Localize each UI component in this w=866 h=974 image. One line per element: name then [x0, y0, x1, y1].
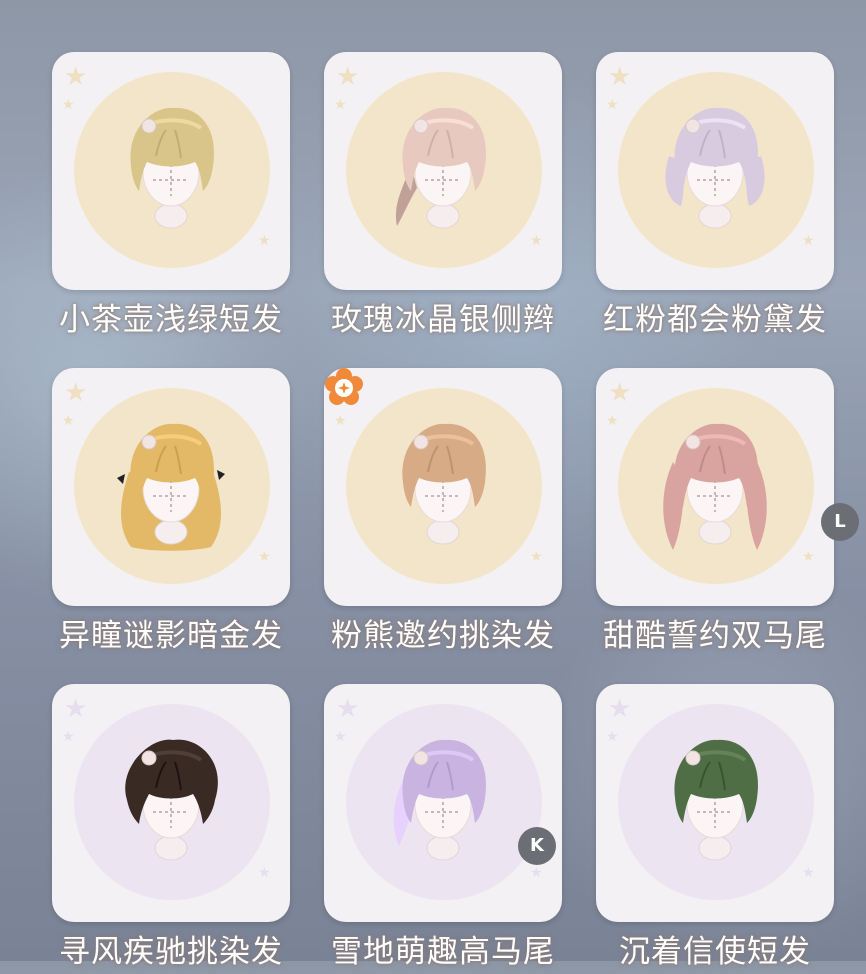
hair-item[interactable]: ★ ★ ★ 玫瑰冰晶银侧辫	[324, 52, 562, 342]
hair-card[interactable]: ★ ★ ★	[52, 684, 290, 922]
star-decoration-icon: ★	[64, 378, 88, 408]
hotkey-k-badge[interactable]: K	[518, 827, 556, 865]
hair-item[interactable]: ★ ★ ★ 寻风疾驰挑染发	[52, 684, 290, 974]
star-decoration-icon: ★	[530, 549, 543, 565]
star-decoration-icon: ★	[530, 233, 543, 249]
hair-card[interactable]: ★ ★ ★	[324, 684, 562, 922]
hair-name-label: 异瞳谜影暗金发	[59, 618, 283, 654]
star-decoration-icon: ★	[606, 97, 619, 113]
hair-short-olive-icon	[111, 96, 231, 236]
star-decoration-icon: ★	[64, 62, 88, 92]
hair-medium-caramel-icon	[383, 412, 503, 552]
star-decoration-icon: ★	[336, 694, 360, 724]
hair-name-label: 沉着信使短发	[619, 934, 811, 970]
hair-name-label: 寻风疾驰挑染发	[59, 934, 283, 970]
hair-item[interactable]: ★ ★ ★ 甜酷誓约双马尾	[596, 368, 834, 658]
star-decoration-icon: ★	[258, 549, 271, 565]
hair-item[interactable]: ★★★粉熊邀约挑染发	[324, 368, 562, 658]
star-decoration-icon: ★	[258, 865, 271, 881]
hair-item[interactable]: ★ ★ ★ 红粉都会粉黛发	[596, 52, 834, 342]
star-decoration-icon: ★	[334, 729, 347, 745]
new-flower-badge-icon	[322, 366, 366, 410]
hair-long-curly-gold-icon	[111, 412, 231, 552]
star-decoration-icon: ★	[606, 413, 619, 429]
hair-bob-green-icon	[655, 728, 775, 868]
hair-name-label: 红粉都会粉黛发	[603, 302, 827, 338]
star-decoration-icon: ★	[258, 233, 271, 249]
hair-side-braid-rose-icon	[383, 96, 503, 236]
hair-twin-tails-pink-icon	[655, 412, 775, 552]
star-decoration-icon: ★	[608, 62, 632, 92]
hair-name-label: 雪地萌趣高马尾	[331, 934, 555, 970]
hair-item[interactable]: ★ ★ ★ 沉着信使短发	[596, 684, 834, 974]
hair-messy-dark-brown-icon	[111, 728, 231, 868]
star-decoration-icon: ★	[62, 729, 75, 745]
star-decoration-icon: ★	[64, 694, 88, 724]
hair-card[interactable]: ★ ★ ★	[596, 684, 834, 922]
hair-card[interactable]: ★ ★ ★	[596, 368, 834, 606]
hair-name-label: 粉熊邀约挑染发	[331, 618, 555, 654]
star-decoration-icon: ★	[336, 62, 360, 92]
hair-grid: ★ ★ ★ 小茶壶浅绿短发 ★ ★ ★ 玫瑰冰晶银侧辫 ★ ★ ★ 红粉都会粉黛发 ★ ★ ★ 异瞳谜影暗金发…	[0, 0, 866, 970]
hair-card[interactable]: ★ ★ ★	[52, 368, 290, 606]
star-decoration-icon: ★	[606, 729, 619, 745]
hair-card[interactable]: ★ ★ ★	[596, 52, 834, 290]
hair-item[interactable]: ★ ★ ★ 小茶壶浅绿短发	[52, 52, 290, 342]
star-decoration-icon: ★	[334, 413, 347, 429]
hair-card[interactable]: ★ ★ ★	[52, 52, 290, 290]
hair-item[interactable]: ★ ★ ★ 异瞳谜影暗金发	[52, 368, 290, 658]
hair-wavy-lilac-icon	[655, 96, 775, 236]
star-decoration-icon: ★	[802, 233, 815, 249]
hotkey-l-badge[interactable]: L	[821, 503, 859, 541]
star-decoration-icon: ★	[802, 865, 815, 881]
star-decoration-icon: ★	[530, 865, 543, 881]
star-decoration-icon: ★	[334, 97, 347, 113]
hair-high-ponytail-lavender-icon	[383, 728, 503, 868]
hair-name-label: 玫瑰冰晶银侧辫	[331, 302, 555, 338]
star-decoration-icon: ★	[608, 694, 632, 724]
star-decoration-icon: ★	[802, 549, 815, 565]
hair-name-label: 小茶壶浅绿短发	[59, 302, 283, 338]
star-decoration-icon: ★	[608, 378, 632, 408]
star-decoration-icon: ★	[62, 413, 75, 429]
hair-card[interactable]: ★ ★ ★	[324, 52, 562, 290]
star-decoration-icon: ★	[62, 97, 75, 113]
hair-name-label: 甜酷誓约双马尾	[603, 618, 827, 654]
